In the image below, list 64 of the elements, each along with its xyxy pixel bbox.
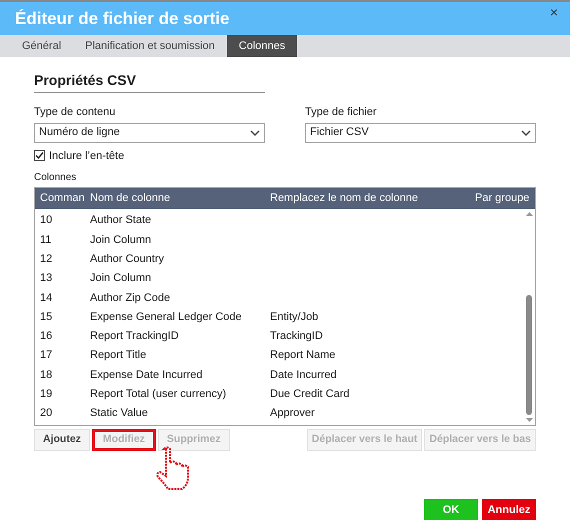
table-cell-text: Due Credit Card bbox=[269, 387, 350, 402]
table-cell-text: 12 bbox=[39, 252, 54, 267]
table-cell-text: TrackingID bbox=[269, 329, 324, 344]
tab[interactable]: Colonnes bbox=[226, 35, 298, 57]
tab[interactable]: Planification et soumission bbox=[73, 35, 227, 57]
column-header: Par groupe bbox=[474, 191, 530, 206]
table-cell-text: Entity/Job bbox=[269, 310, 320, 325]
table-cell-text: Static Value bbox=[89, 406, 149, 422]
table-row[interactable]: 20 Static Value Approver bbox=[35, 404, 523, 424]
table-row[interactable]: 17 Report Title Report Name bbox=[35, 346, 523, 366]
table-cell-text: Expense General Ledger Code bbox=[89, 310, 243, 325]
table-cell-text: Join Column bbox=[89, 271, 152, 286]
window-title: Éditeur de fichier de sortie bbox=[15, 8, 230, 30]
scroll-thumb[interactable] bbox=[526, 295, 532, 416]
table-cell-text: 10 bbox=[39, 213, 54, 228]
table-cell-text: Join Column bbox=[89, 232, 152, 248]
column-header: Nom de colonne bbox=[89, 191, 172, 206]
chevron-down-icon bbox=[521, 130, 531, 136]
table-cell-text: 18 bbox=[39, 368, 54, 383]
close-button[interactable]: × bbox=[550, 2, 558, 23]
content-type-select[interactable]: Numéro de ligne bbox=[34, 122, 265, 142]
table-row[interactable]: 13 Join Column bbox=[35, 268, 523, 288]
table-cell-text: Author Country bbox=[89, 252, 165, 267]
table-cell-text: 20 bbox=[39, 406, 54, 422]
table-row[interactable]: 16 Report TrackingID TrackingID bbox=[35, 326, 523, 346]
scroll-down-icon bbox=[526, 418, 532, 422]
table-cell-text: Approver bbox=[269, 406, 316, 422]
cancel-button[interactable]: Annulez bbox=[482, 499, 536, 520]
columns-label: Colonnes bbox=[34, 171, 78, 185]
table-row[interactable]: 10 Author State bbox=[35, 211, 523, 230]
chevron-down-icon bbox=[250, 130, 260, 136]
table-cell-text: 19 bbox=[39, 387, 54, 402]
field-label: Type de fichier bbox=[305, 105, 378, 120]
section-title: Propriétés CSV bbox=[34, 70, 265, 93]
table-cell-text: 15 bbox=[39, 310, 54, 325]
column-header: Remplacez le nom de colonne bbox=[269, 191, 419, 206]
checkmark-icon bbox=[35, 151, 44, 160]
table-row[interactable]: 18 Expense Date Incurred Date Incurred bbox=[35, 365, 523, 385]
checkbox[interactable] bbox=[34, 150, 45, 162]
file-type-select[interactable]: Fichier CSV bbox=[305, 122, 536, 142]
table-cell-text: Report Title bbox=[89, 348, 148, 364]
table-cell-text: 11 bbox=[39, 232, 52, 248]
tab[interactable]: Général bbox=[10, 35, 74, 57]
table-cell-text: 17 bbox=[39, 348, 54, 364]
checkbox-label: Inclure l’en-tête bbox=[49, 148, 124, 164]
table-row[interactable]: 12 Author Country bbox=[35, 250, 523, 269]
table-cell-text: Author State bbox=[89, 213, 152, 228]
table-row[interactable]: 14 Author Zip Code bbox=[35, 288, 523, 308]
table-cell-text: Report TrackingID bbox=[89, 329, 180, 344]
table-cell-text: 13 bbox=[39, 271, 54, 286]
table-cell-text: Date Incurred bbox=[269, 368, 338, 383]
table-row[interactable]: 19 Report Total (user currency) Due Credit Card bbox=[35, 384, 523, 404]
table-row[interactable]: 11 Join Column bbox=[35, 230, 523, 250]
action-button[interactable]: Ajoutez bbox=[34, 429, 90, 452]
table-row[interactable]: 15 Expense General Ledger Code Entity/Job bbox=[35, 307, 523, 327]
field-label: Type de contenu bbox=[34, 105, 116, 120]
table-cell-text: Report Total (user currency) bbox=[89, 387, 228, 402]
table-cell-text: Author Zip Code bbox=[89, 290, 172, 306]
scroll-up-icon bbox=[526, 212, 532, 216]
table-cell-text: 14 bbox=[39, 290, 54, 306]
table-cell-text: Report Name bbox=[269, 348, 336, 364]
table-cell-text: 16 bbox=[39, 329, 54, 344]
column-header: Comman bbox=[39, 191, 85, 206]
table-cell-text: Expense Date Incurred bbox=[89, 368, 204, 383]
